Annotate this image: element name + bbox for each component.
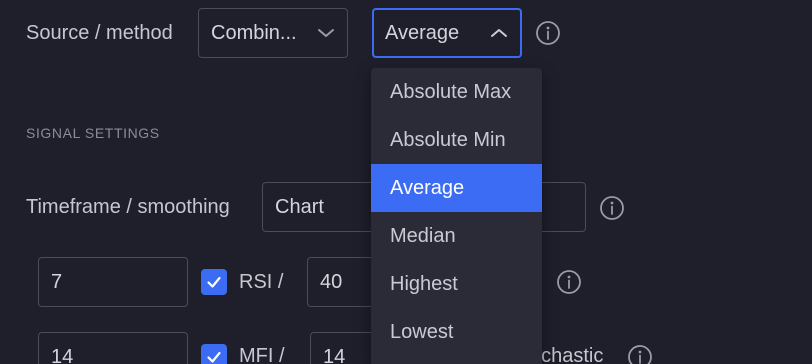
mfi-checkbox[interactable] — [201, 344, 227, 364]
dropdown-options: Absolute Max Absolute Min Average Median Hig… — [371, 68, 542, 356]
dropdown-option[interactable]: Absolute Max — [371, 68, 542, 116]
mfi-value: 14 — [323, 345, 346, 364]
rsi-checkbox[interactable] — [201, 269, 227, 295]
rsi-label: RSI / — [239, 271, 284, 293]
timeframe-label: Timeframe / smoothing — [26, 196, 230, 218]
info-icon[interactable] — [556, 269, 582, 295]
rsi-length-input[interactable]: 7 — [38, 257, 188, 307]
mfi-length-value: 14 — [51, 345, 74, 364]
source-method-label: Source / method — [26, 22, 173, 44]
info-icon[interactable] — [627, 344, 653, 364]
chevron-up-icon — [491, 29, 507, 37]
method-select[interactable]: Average — [372, 8, 522, 58]
mfi-label: MFI / — [239, 345, 285, 364]
checkmark-icon — [207, 351, 221, 363]
dropdown-option[interactable]: Absolute Min — [371, 116, 542, 164]
settings-panel: Source / method Combin... Average SIGNAL… — [0, 0, 812, 364]
method-dropdown-menu: Absolute Max Absolute Min Average Median Hig… — [371, 68, 542, 364]
rsi-value: 40 — [320, 270, 343, 293]
timeframe-select-value: Chart — [275, 195, 324, 218]
source-select-value: Combin... — [211, 21, 297, 44]
info-icon[interactable] — [535, 20, 561, 46]
dropdown-option[interactable]: Highest — [371, 260, 542, 308]
info-icon[interactable] — [599, 195, 625, 221]
chevron-down-icon — [318, 29, 334, 37]
dropdown-option[interactable]: Median — [371, 212, 542, 260]
section-title: SIGNAL SETTINGS — [26, 125, 160, 141]
checkmark-icon — [207, 276, 221, 288]
method-select-value: Average — [385, 21, 460, 44]
dropdown-option[interactable]: Lowest — [371, 308, 542, 356]
rsi-length-value: 7 — [51, 270, 63, 293]
dropdown-option[interactable]: Average — [371, 164, 542, 212]
source-select[interactable]: Combin... — [198, 8, 348, 58]
mfi-length-input[interactable]: 14 — [38, 332, 188, 364]
